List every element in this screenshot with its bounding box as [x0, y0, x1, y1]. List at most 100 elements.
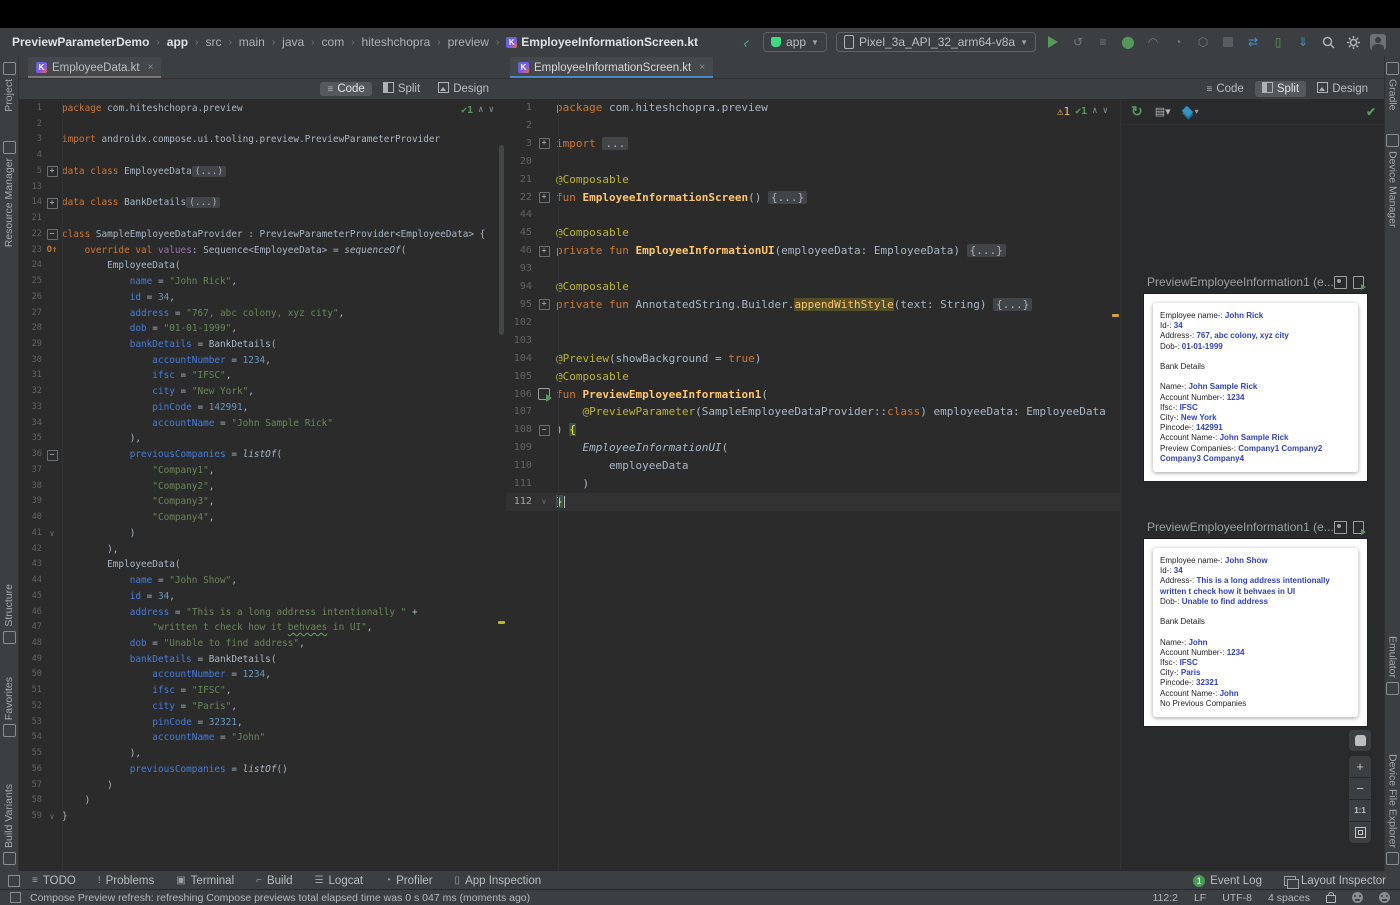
code-text[interactable]	[62, 117, 506, 133]
code-text[interactable]: )	[556, 475, 1120, 493]
code-line[interactable]: 25 name = "John Rick",	[18, 274, 506, 290]
tab-employeeinformationscreen-kt[interactable]: K EmployeeInformationScreen.kt ×	[510, 57, 714, 78]
toolwindow-terminal[interactable]: ▣ Terminal	[176, 875, 234, 887]
code-line[interactable]: 102	[506, 314, 1120, 332]
code-line[interactable]: 111)	[506, 475, 1120, 493]
fold-expand-icon[interactable]: +	[538, 245, 550, 257]
code-text[interactable]: bankDetails = BankDetails(	[62, 652, 506, 668]
stripe-item-device-manager[interactable]: Device Manager	[1385, 134, 1400, 227]
code-text[interactable]: fun PreviewEmployeeInformation1(	[556, 386, 1120, 404]
code-line[interactable]: 39 "Company3",	[18, 494, 506, 510]
code-line[interactable]: 42),	[18, 542, 506, 558]
code-line[interactable]: 23 O↑ override val values: Sequence<Employ…	[18, 243, 506, 259]
code-text[interactable]	[556, 206, 1120, 224]
code-line[interactable]: 3 + import ...	[506, 135, 1120, 153]
highlight-level-icon[interactable]	[1352, 892, 1363, 903]
code-line[interactable]: 36− previousCompanies = listOf(	[18, 447, 506, 463]
line-separator[interactable]: LF	[1194, 892, 1206, 904]
preview-image-icon[interactable]	[1334, 275, 1347, 289]
code-text[interactable]: )	[62, 793, 506, 809]
fold-end-icon[interactable]: ∨	[542, 493, 547, 511]
fold-expand-icon[interactable]: +	[538, 138, 550, 150]
code-text[interactable]: private fun AnnotatedString.Builder.appe…	[556, 296, 1120, 314]
device-select[interactable]: Pixel_3a_API_32_arm64-v8a ▼	[835, 32, 1036, 52]
run-configuration-select[interactable]: app ▼	[763, 32, 827, 52]
code-line[interactable]: 33 pinCode = 142991,	[18, 400, 506, 416]
apply-code-changes-icon[interactable]: ≡	[1095, 34, 1111, 50]
preview-image-icon[interactable]	[1334, 520, 1347, 534]
code-line[interactable]: 3 import androidx.compose.ui.tooling.prev…	[18, 132, 506, 148]
code-text[interactable]: EmployeeInformationUI(	[556, 439, 1120, 457]
run-on-device-icon[interactable]	[1353, 275, 1366, 290]
caret-position[interactable]: 112:2	[1152, 892, 1178, 904]
fold-end-icon[interactable]: ∨	[50, 526, 55, 542]
code-text[interactable]: @Composable	[556, 224, 1120, 242]
debug-button[interactable]: ⬤	[1120, 34, 1136, 50]
code-text[interactable]: previousCompanies = listOf(	[62, 447, 506, 463]
toolwindow-build[interactable]: ⌐ Build	[256, 875, 292, 887]
code-line[interactable]: 54 accountName = "John"	[18, 730, 506, 746]
stripe-item-build-variants[interactable]: Build Variants	[0, 784, 18, 865]
code-line[interactable]: 93	[506, 260, 1120, 278]
breadcrumb-item[interactable]: java	[282, 35, 304, 49]
stripe-item-device-file-explorer[interactable]: Device File Explorer	[1385, 754, 1400, 865]
reader-mode-icon[interactable]	[1379, 892, 1390, 903]
code-line[interactable]: 45 @Composable	[506, 224, 1120, 242]
code-line[interactable]: 28 dob = "01-01-1999",	[18, 321, 506, 337]
code-line[interactable]: 47 "written t check how it behvaes in UI"…	[18, 620, 506, 636]
code-line[interactable]: 21 @Composable	[506, 171, 1120, 189]
code-text[interactable]: accountNumber = 1234,	[62, 667, 506, 683]
close-icon[interactable]: ×	[148, 62, 154, 73]
code-line[interactable]: 26 id = 34,	[18, 290, 506, 306]
code-text[interactable]: ) {	[556, 421, 1120, 439]
fold-expand-icon[interactable]: +	[538, 191, 550, 203]
code-text[interactable]: }	[62, 809, 506, 825]
profile-app-icon[interactable]: ⬡	[1195, 34, 1211, 50]
fold-collapse-icon[interactable]: −	[46, 449, 58, 461]
breadcrumb-item[interactable]: app	[167, 35, 188, 49]
toolwindow-todo[interactable]: ≡ TODO	[32, 875, 76, 887]
breadcrumb-item[interactable]: main	[239, 35, 265, 49]
code-text[interactable]: address = "This is a long address intent…	[62, 605, 506, 621]
file-encoding[interactable]: UTF-8	[1222, 892, 1252, 904]
run-button[interactable]	[1045, 34, 1061, 50]
code-text[interactable]: )	[62, 778, 506, 794]
fold-end-icon[interactable]: ∨	[50, 809, 55, 825]
code-line[interactable]: 104 @Preview(showBackground = true)	[506, 350, 1120, 368]
scrollbar-thumb[interactable]	[499, 145, 504, 335]
code-line[interactable]: 5 + data class EmployeeData (...)	[18, 164, 506, 180]
indent-setting[interactable]: 4 spaces	[1268, 892, 1310, 904]
zoom-actual-size-button[interactable]: 1:1	[1349, 800, 1371, 821]
code-text[interactable]	[62, 211, 506, 227]
toolwindow-profiler[interactable]: ◔ Profiler	[385, 875, 432, 887]
code-line[interactable]: 45 id = 34,	[18, 589, 506, 605]
code-text[interactable]: import androidx.compose.ui.tooling.previ…	[62, 132, 506, 148]
apply-changes-icon[interactable]: ↺	[1070, 34, 1086, 50]
code-line[interactable]: 46 + private fun EmployeeInformationUI(emp…	[506, 242, 1120, 260]
code-text[interactable]: accountNumber = 1234,	[62, 353, 506, 369]
code-text[interactable]: pinCode = 142991,	[62, 400, 506, 416]
breadcrumb-item[interactable]: preview	[448, 35, 489, 49]
code-line[interactable]: 94 @Composable	[506, 278, 1120, 296]
code-line[interactable]: 38 "Company2",	[18, 479, 506, 495]
stripe-item-emulator[interactable]: Emulator	[1385, 636, 1400, 695]
code-text[interactable]: "Company2",	[62, 479, 506, 495]
code-line[interactable]: 13	[18, 180, 506, 196]
code-line[interactable]: 103	[506, 332, 1120, 350]
code-text[interactable]: city = "New York",	[62, 384, 506, 400]
code-text[interactable]: import ...	[556, 135, 1120, 153]
code-text[interactable]: pinCode = 32321,	[62, 715, 506, 731]
toolwindow-problems[interactable]: ! Problems	[98, 875, 154, 887]
code-text[interactable]: fun EmployeeInformationScreen() {...}	[556, 189, 1120, 207]
breadcrumb-item[interactable]: src	[205, 35, 221, 49]
layers-icon[interactable]: ▾	[1181, 105, 1199, 118]
code-line[interactable]: 59 ∨}	[18, 809, 506, 825]
zoom-to-fit-button[interactable]	[1349, 822, 1371, 843]
code-text[interactable]: id = 34,	[62, 589, 506, 605]
code-line[interactable]: 43 EmployeeData(	[18, 557, 506, 573]
code-text[interactable]: ),	[62, 542, 506, 558]
code-line[interactable]: 46 address = "This is a long address inte…	[18, 605, 506, 621]
code-text[interactable]: }	[556, 493, 1120, 511]
run-on-device-icon[interactable]	[1353, 520, 1366, 535]
stripe-item-gradle[interactable]: Gradle	[1385, 62, 1400, 111]
